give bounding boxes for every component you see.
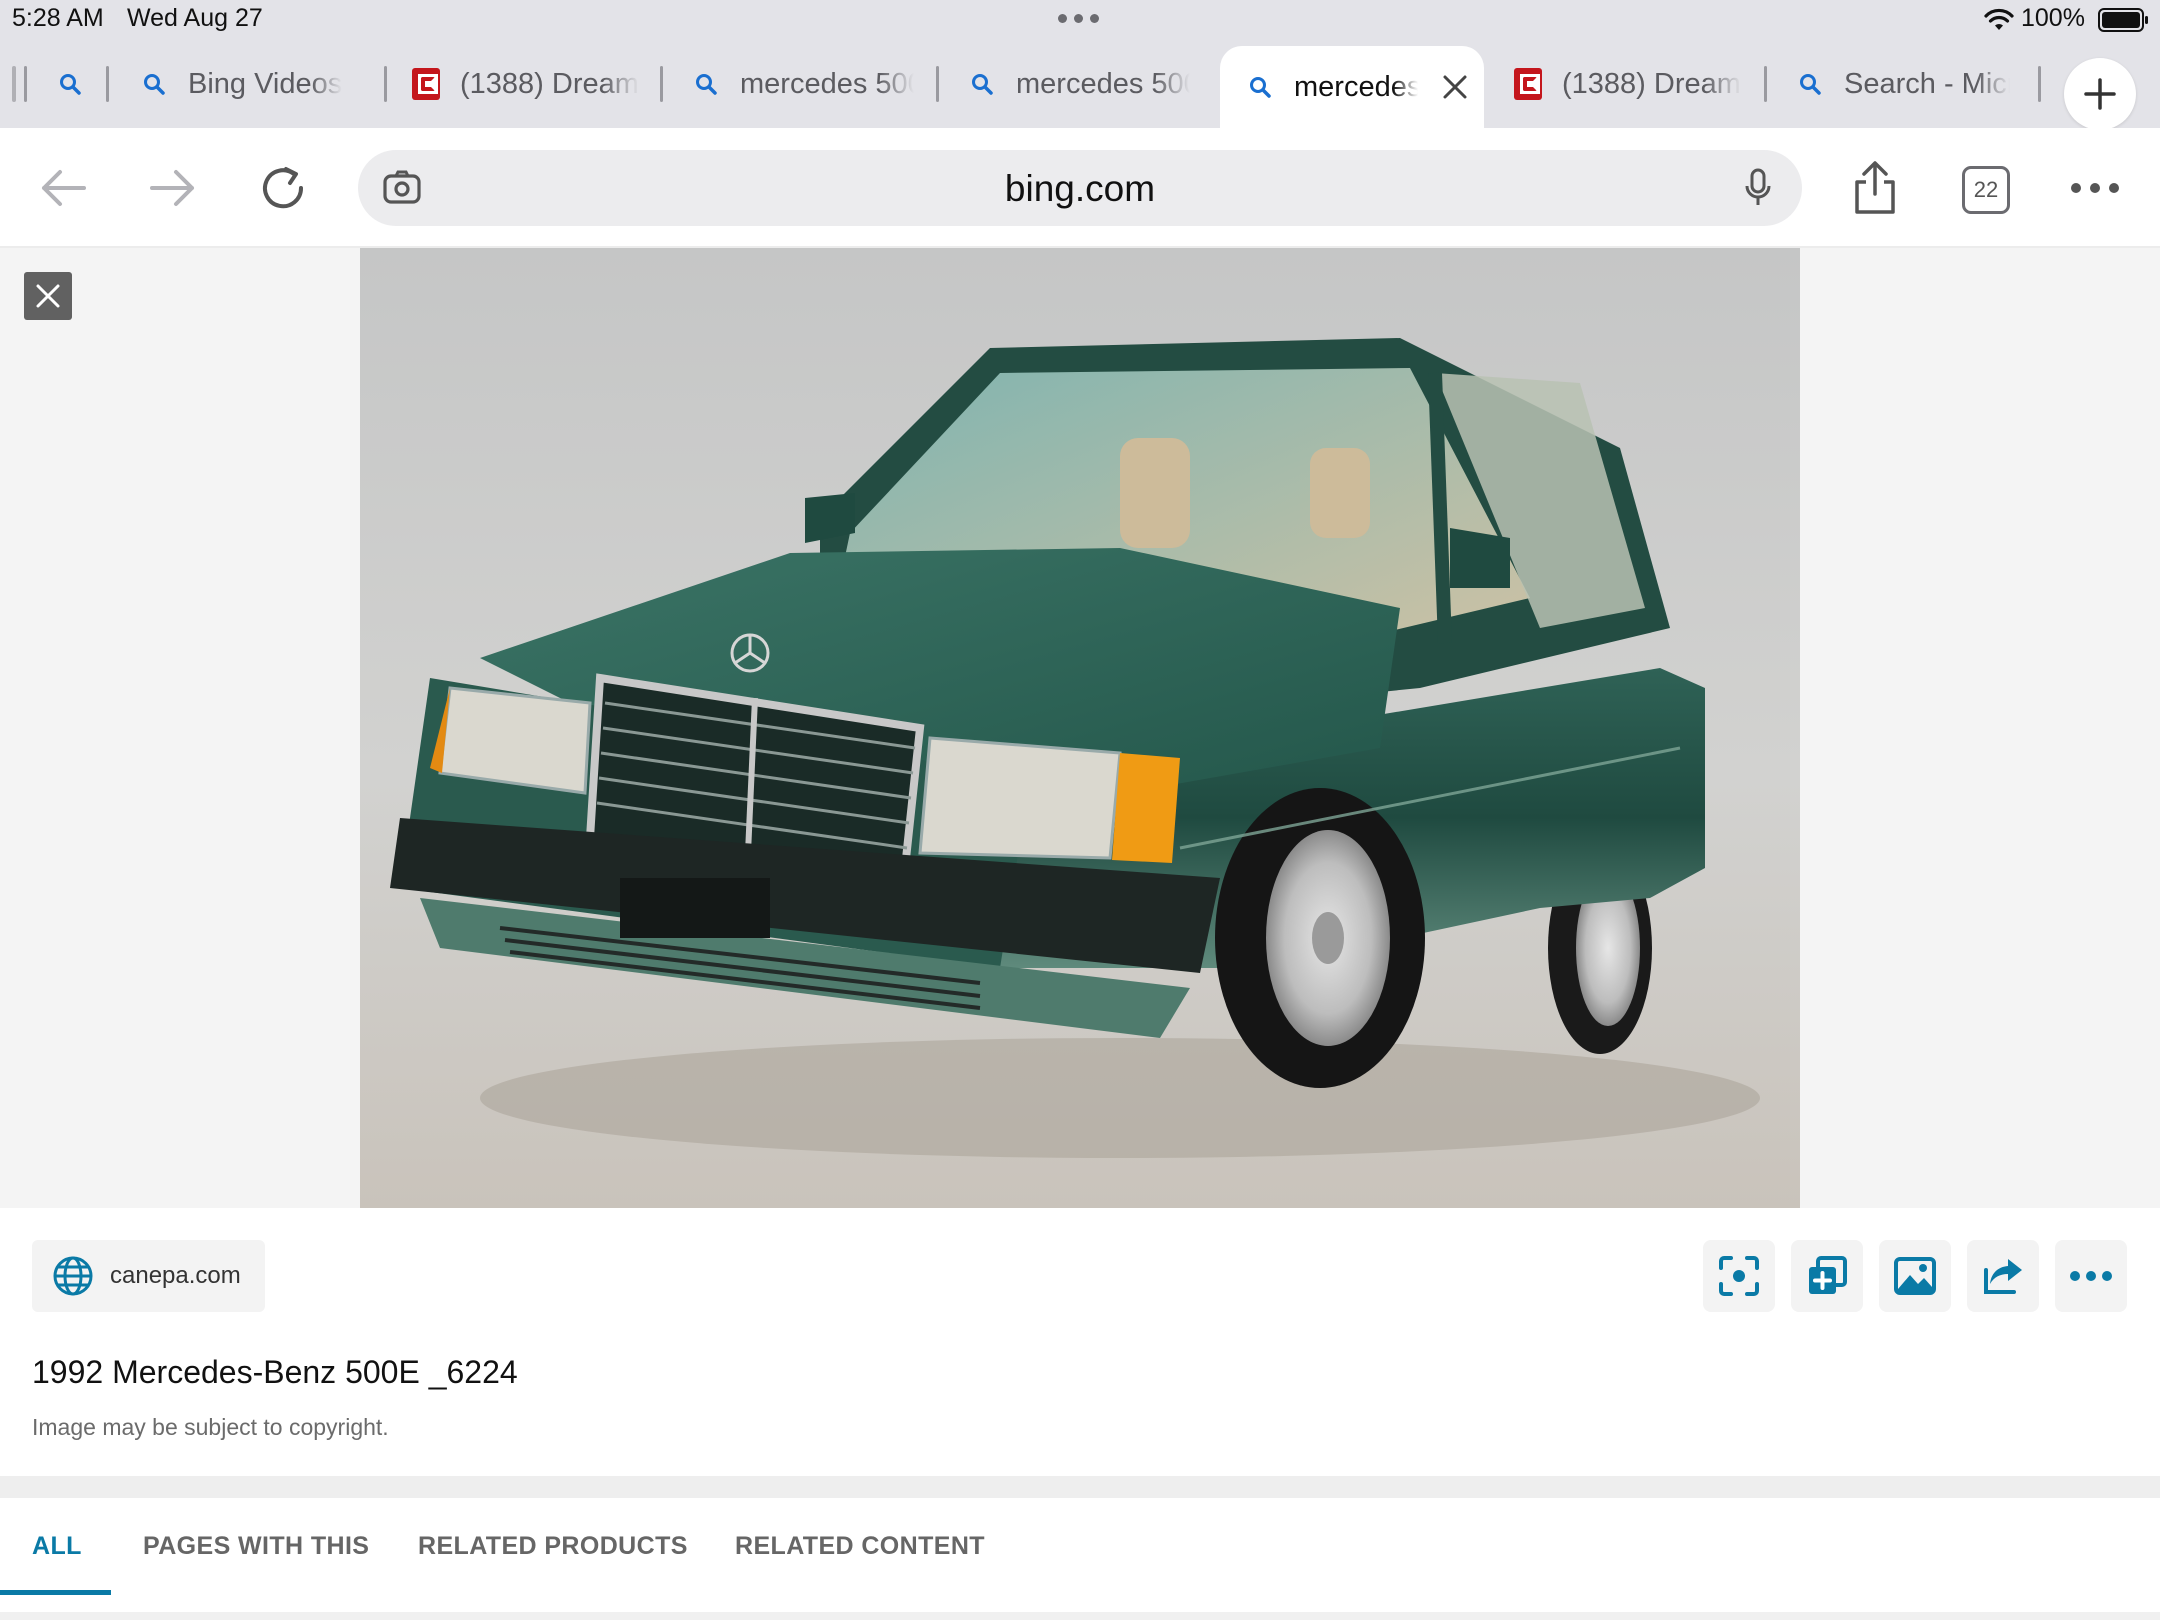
tab-mercedes-500-b[interactable]: mercedes 500 <box>968 46 1190 122</box>
image-title: 1992 Mercedes-Benz 500E _6224 <box>32 1354 518 1390</box>
more-dots-icon <box>2070 1271 2112 1281</box>
add-collection-icon <box>1809 1256 1847 1294</box>
microphone-icon[interactable] <box>1734 164 1782 212</box>
copyright-notice: Image may be subject to copyright. <box>32 1414 389 1440</box>
image-viewer <box>0 248 2160 1208</box>
back-button[interactable] <box>33 158 93 218</box>
more-dots-icon <box>2071 183 2119 193</box>
battery-icon <box>2098 8 2148 32</box>
search-icon <box>692 70 720 98</box>
tab-separator <box>2038 66 2041 102</box>
tab-count-button[interactable]: 22 <box>1962 166 2010 214</box>
source-link[interactable]: canepa.com <box>32 1240 265 1312</box>
plus-icon <box>2084 78 2116 110</box>
tab-label: Bing Videos <box>188 67 343 100</box>
arrow-left-icon <box>42 170 86 206</box>
tab-search-microsoft[interactable]: Search - Micro <box>1796 46 2010 122</box>
tab-related-content[interactable]: RELATED CONTENT <box>735 1532 985 1561</box>
tab-separator <box>1764 66 1767 102</box>
tab-related-products[interactable]: RELATED PRODUCTS <box>418 1532 688 1561</box>
view-image-button[interactable] <box>1879 1240 1951 1312</box>
globe-icon <box>53 1256 93 1296</box>
close-viewer-button[interactable] <box>24 272 72 320</box>
status-date: Wed Aug 27 <box>127 4 263 32</box>
wifi-icon <box>1984 8 2014 30</box>
add-to-collection-button[interactable] <box>1791 1240 1863 1312</box>
reload-button[interactable] <box>253 158 313 218</box>
bottom-border <box>0 1612 2160 1620</box>
share-button[interactable] <box>1845 158 1905 218</box>
reload-icon <box>263 167 304 209</box>
tab-search[interactable] <box>56 46 108 122</box>
tab-label: mercedes <box>1294 70 1418 103</box>
active-tab-indicator <box>0 1590 111 1595</box>
visual-search-icon <box>1719 1256 1759 1296</box>
search-icon <box>1246 73 1274 101</box>
share-arrow-icon <box>1984 1259 2022 1294</box>
more-options-button[interactable] <box>2055 1240 2127 1312</box>
arrow-right-icon <box>150 170 194 206</box>
section-divider <box>0 1476 2160 1498</box>
tab-youtube-dream[interactable]: (1388) Dream <box>412 46 642 122</box>
tab-pages-with-this[interactable]: PAGES WITH THIS <box>143 1532 369 1561</box>
more-menu-button[interactable] <box>2065 158 2125 218</box>
toolbar: bing.com 22 <box>0 128 2160 248</box>
tab-label: (1388) Dream <box>460 67 639 100</box>
tab-separator <box>12 66 16 102</box>
close-icon <box>36 284 60 308</box>
new-tab-button[interactable] <box>2064 58 2136 130</box>
address-bar[interactable]: bing.com <box>358 150 1802 226</box>
search-icon <box>140 70 168 98</box>
youtube-icon <box>1514 68 1542 100</box>
forward-button[interactable] <box>143 158 203 218</box>
tab-separator <box>24 66 27 102</box>
tab-label: mercedes 500 <box>740 67 914 100</box>
tab-youtube-dream-2[interactable]: (1388) Dream <box>1514 46 1744 122</box>
tab-separator <box>106 66 109 102</box>
tab-separator <box>384 66 387 102</box>
tab-count: 22 <box>1973 177 1999 202</box>
share-image-button[interactable] <box>1967 1240 2039 1312</box>
battery-percentage: 100% <box>2021 4 2085 32</box>
youtube-icon <box>412 68 440 100</box>
status-time: 5:28 AM <box>12 4 104 32</box>
search-icon <box>56 70 84 98</box>
tab-separator <box>660 66 663 102</box>
tab-separator <box>936 66 939 102</box>
visual-search-button[interactable] <box>1703 1240 1775 1312</box>
tab-mercedes-active[interactable]: mercedes <box>1220 46 1484 128</box>
car-photo[interactable] <box>360 248 1800 1208</box>
status-bar: 5:28 AM Wed Aug 27 100% <box>0 0 2160 40</box>
source-domain: canepa.com <box>110 1262 241 1289</box>
tab-bing-videos[interactable]: Bing Videos <box>140 46 370 122</box>
close-tab-icon[interactable] <box>1440 72 1470 102</box>
tab-strip: Bing Videos (1388) Dream mercedes 500 me… <box>0 46 2160 130</box>
image-info: canepa.com 1992 Mercedes-Benz 500E _6224… <box>0 1208 2160 1476</box>
tab-label: (1388) Dream <box>1562 67 1741 100</box>
share-icon <box>1855 161 1895 214</box>
filter-tabs: ALL PAGES WITH THIS RELATED PRODUCTS REL… <box>0 1498 2160 1620</box>
address-text: bing.com <box>1004 168 1156 209</box>
search-icon <box>1796 70 1824 98</box>
tab-label: Search - Micro <box>1844 67 2010 100</box>
tab-mercedes-500-a[interactable]: mercedes 500 <box>692 46 914 122</box>
tab-all[interactable]: ALL <box>32 1532 82 1561</box>
tab-label: mercedes 500 <box>1016 67 1190 100</box>
multitasking-dots-icon[interactable] <box>1058 8 1102 28</box>
image-icon <box>1894 1257 1936 1295</box>
search-icon <box>968 70 996 98</box>
